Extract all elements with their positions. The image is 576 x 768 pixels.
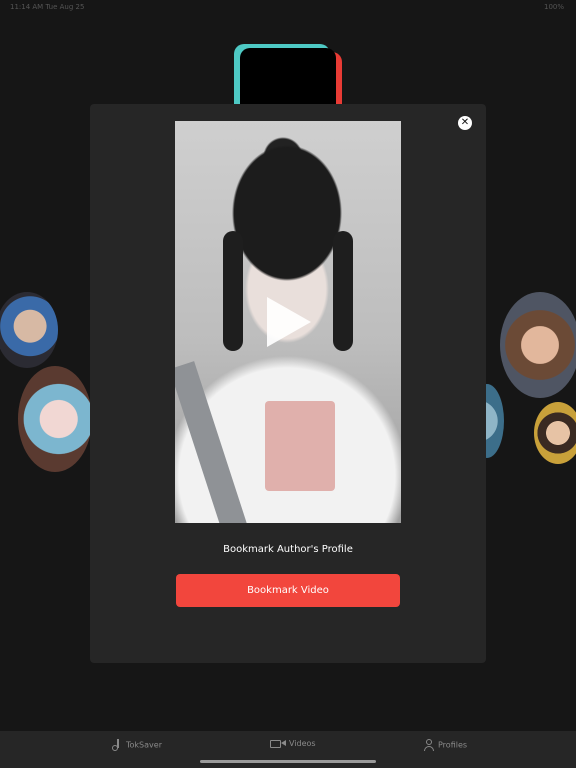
- tab-videos[interactable]: Videos: [270, 739, 316, 748]
- profile-bubble[interactable]: [0, 292, 58, 368]
- bookmark-author-link[interactable]: Bookmark Author's Profile: [90, 544, 486, 555]
- video-camera-icon: [270, 739, 286, 748]
- person-icon: [424, 739, 434, 751]
- video-preview[interactable]: [175, 121, 401, 523]
- status-battery: 100%: [543, 3, 564, 11]
- tab-toksaver[interactable]: TokSaver: [112, 739, 162, 751]
- status-bar: 11:14 AM Tue Aug 25 100%: [0, 0, 576, 14]
- tab-label: Videos: [289, 739, 316, 748]
- tab-label: Profiles: [438, 740, 468, 750]
- close-icon[interactable]: ✕: [458, 116, 472, 130]
- profile-bubble[interactable]: [500, 292, 576, 398]
- home-indicator: [200, 760, 376, 763]
- music-note-icon: [112, 739, 122, 751]
- bookmark-modal: ✕ Bookmark Author's Profile Bookmark Vid…: [90, 104, 486, 663]
- tab-label: TokSaver: [126, 740, 162, 750]
- tab-profiles[interactable]: Profiles: [424, 739, 467, 751]
- play-icon[interactable]: [267, 297, 311, 347]
- profile-bubble[interactable]: [534, 402, 576, 464]
- profile-bubble[interactable]: [18, 366, 92, 472]
- status-time: 11:14 AM Tue Aug 25: [10, 3, 85, 11]
- bookmark-video-button[interactable]: Bookmark Video: [176, 574, 400, 607]
